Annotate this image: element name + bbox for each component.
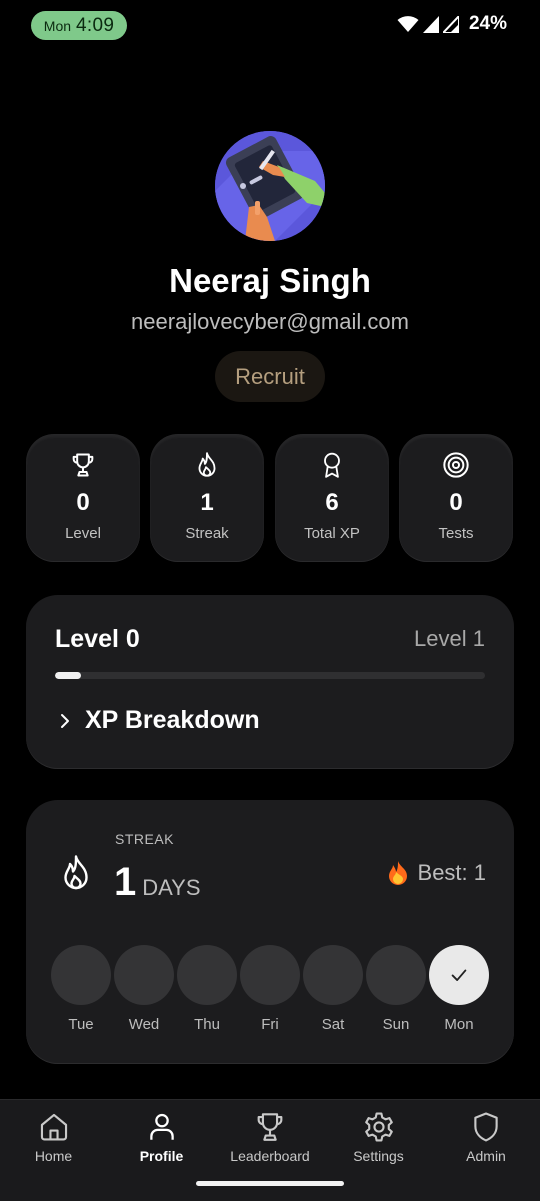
user-icon xyxy=(149,1113,174,1140)
streak-day-circle xyxy=(51,945,111,1005)
streak-day-circle xyxy=(303,945,363,1005)
user-email: neerajlovecyber@gmail.com xyxy=(131,309,409,334)
stat-card-total-xp: 6 Total XP xyxy=(275,434,389,562)
stat-label: Tests xyxy=(438,525,474,542)
streak-day-label: Tue xyxy=(68,1016,94,1033)
current-level: Level 0 xyxy=(55,625,140,653)
stat-value: 0 xyxy=(449,489,463,516)
nav-label: Profile xyxy=(139,1148,184,1164)
xp-breakdown-toggle[interactable]: XP Breakdown xyxy=(59,706,260,735)
signal-icon xyxy=(422,15,439,33)
user-name: Neeraj Singh xyxy=(169,262,371,299)
streak-unit: DAYS xyxy=(142,875,201,900)
status-icons: 24% xyxy=(397,13,507,35)
streak-card: STREAK 1 DAYS Best: 1 Tue Wed Thu Fri Sat Sun… xyxy=(26,800,514,1064)
check-icon xyxy=(451,969,467,981)
level-progress-bar xyxy=(55,672,485,679)
nav-label: Home xyxy=(34,1148,73,1164)
status-bar: Mon 4:09 24% xyxy=(0,0,540,50)
trophy-icon xyxy=(257,1113,283,1141)
fire-emoji-icon xyxy=(388,861,407,885)
nav-leaderboard[interactable]: Leaderboard xyxy=(214,1100,326,1180)
streak-day-label: Wed xyxy=(128,1016,160,1033)
stat-card-tests: 0 Tests xyxy=(399,434,513,562)
stat-value: 6 xyxy=(325,489,339,516)
streak-day-circle xyxy=(429,945,489,1005)
target-icon xyxy=(443,452,469,478)
streak-day-label: Mon xyxy=(444,1016,474,1033)
streak-day-label: Thu xyxy=(194,1016,220,1033)
nav-home[interactable]: Home xyxy=(0,1100,107,1180)
nav-admin[interactable]: Admin xyxy=(432,1100,540,1180)
next-level: Level 1 xyxy=(414,626,485,651)
signal-icon-2 xyxy=(442,15,459,33)
stat-card-level: 0 Level xyxy=(26,434,140,562)
stat-label: Streak xyxy=(185,525,229,542)
streak-day-label: Sun xyxy=(382,1016,410,1033)
battery-level: 24% xyxy=(468,13,507,34)
best-streak-label: Best: 1 xyxy=(417,860,486,885)
avatar[interactable] xyxy=(215,131,325,241)
stat-value: 0 xyxy=(76,489,90,516)
flame-icon xyxy=(198,452,216,477)
shield-icon xyxy=(474,1112,498,1142)
gear-icon xyxy=(364,1112,393,1142)
home-indicator[interactable] xyxy=(196,1181,344,1186)
nav-settings[interactable]: Settings xyxy=(325,1100,432,1180)
trophy-icon xyxy=(72,453,94,477)
streak-caption: STREAK xyxy=(115,831,175,847)
stat-value: 1 xyxy=(200,489,214,516)
nav-label: Admin xyxy=(466,1148,506,1164)
streak-day-circle xyxy=(177,945,237,1005)
level-card: Level 0 Level 1 XP Breakdown xyxy=(26,595,514,769)
flame-icon xyxy=(64,855,88,890)
streak-day-label: Fri xyxy=(261,1016,279,1033)
avatar-illustration xyxy=(215,131,325,241)
streak-day-circle xyxy=(114,945,174,1005)
award-ribbon-icon xyxy=(324,452,340,478)
nav-profile[interactable]: Profile xyxy=(108,1100,215,1180)
stat-label: Total XP xyxy=(304,525,360,542)
nav-label: Leaderboard xyxy=(230,1148,310,1164)
stat-card-streak: 1 Streak xyxy=(150,434,264,562)
status-day: Mon xyxy=(43,17,72,34)
streak-count: 1 DAYS xyxy=(114,860,201,905)
streak-day-label: Sat xyxy=(321,1016,345,1033)
nav-label: Settings xyxy=(353,1148,404,1164)
status-time: 4:09 xyxy=(76,14,115,36)
streak-number: 1 xyxy=(114,860,137,904)
streak-day-circle xyxy=(366,945,426,1005)
time-pill: Mon 4:09 xyxy=(31,11,127,40)
best-streak: Best: 1 xyxy=(386,860,486,886)
wifi-icon xyxy=(397,16,419,32)
streak-day-circle xyxy=(240,945,300,1005)
rank-badge: Recruit xyxy=(215,351,325,402)
xp-breakdown-label: XP Breakdown xyxy=(85,706,260,734)
chevron-right-icon xyxy=(61,713,69,728)
stat-label: Level xyxy=(65,525,101,542)
level-progress-fill xyxy=(55,672,81,679)
home-icon xyxy=(40,1113,67,1141)
